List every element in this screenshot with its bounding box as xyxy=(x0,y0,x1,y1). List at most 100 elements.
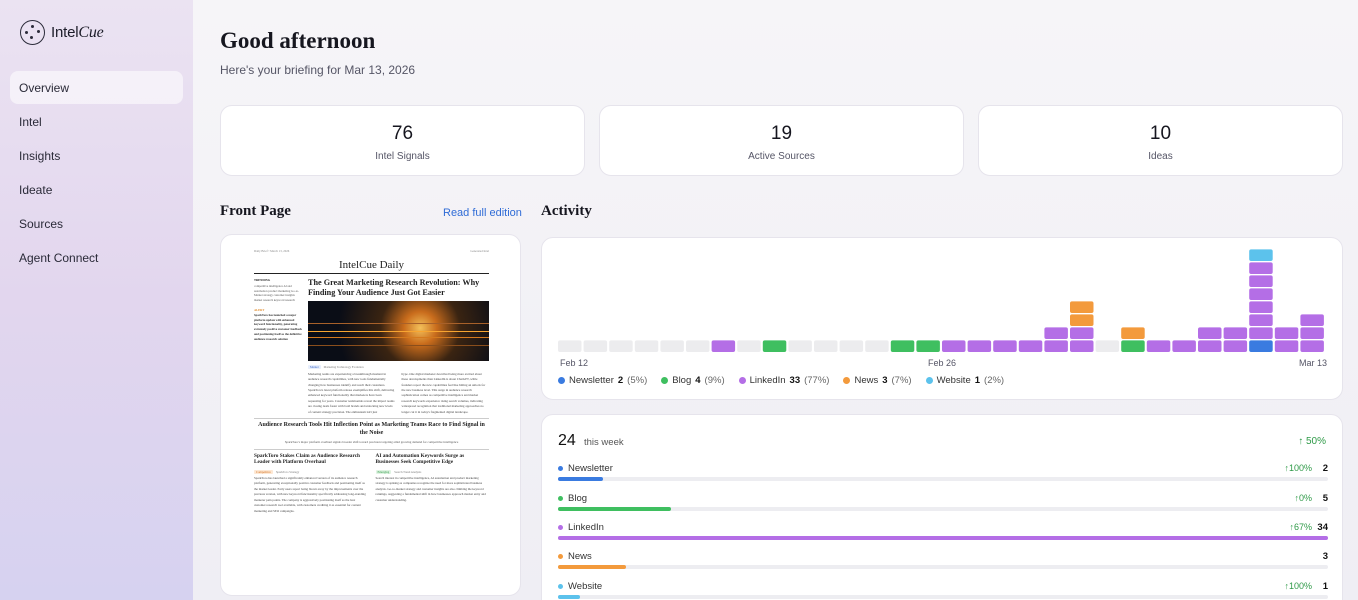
lead-image xyxy=(308,300,489,361)
read-full-edition-link[interactable]: Read full edition xyxy=(443,207,522,219)
activity-bar-mar-4[interactable] xyxy=(1070,301,1094,352)
sidebar-item-intel[interactable]: Intel xyxy=(10,105,183,138)
newspaper-page: Daily Brief • March 13, 2026 Generated I… xyxy=(254,249,489,514)
source-name: Blog xyxy=(558,493,587,504)
activity-bar-mar-10[interactable] xyxy=(1223,327,1248,352)
activity-cell-linkedin xyxy=(1198,327,1222,339)
brand-logo[interactable]: IntelCue xyxy=(20,20,104,45)
legend-name: Website xyxy=(936,375,971,386)
activity-bar-mar-11[interactable] xyxy=(1249,249,1273,352)
source-progress-fill xyxy=(558,507,672,511)
weekly-summary-card: 24 this week ↑ 50% Newsletter ↑100% 2 Blog ↑… xyxy=(541,414,1343,600)
activity-bar-mar-5[interactable] xyxy=(1095,340,1120,352)
activity-bar-feb-25[interactable] xyxy=(890,340,915,352)
activity-cell-news xyxy=(1070,314,1094,326)
activity-chart xyxy=(558,249,1324,352)
lead-tag: Market xyxy=(308,364,321,369)
activity-bar-mar-3[interactable] xyxy=(1044,327,1068,352)
activity-cell-linkedin xyxy=(711,340,736,352)
front-page-preview[interactable]: Daily Brief • March 13, 2026 Generated I… xyxy=(220,234,521,596)
sidebar-item-ideate[interactable]: Ideate xyxy=(10,173,183,206)
activity-cell-linkedin xyxy=(967,340,992,352)
sidebar-item-insights[interactable]: Insights xyxy=(10,139,183,172)
paper-lead-story: The Great Marketing Research Revolution:… xyxy=(308,278,489,415)
activity-bar-feb-12[interactable] xyxy=(558,340,582,352)
activity-bar-feb-19[interactable] xyxy=(737,340,761,352)
activity-bar-mar-13[interactable] xyxy=(1300,314,1324,352)
source-label: Blog xyxy=(568,493,588,504)
activity-bar-feb-22[interactable] xyxy=(814,340,838,352)
stat-card-ideas[interactable]: 10 Ideas xyxy=(978,105,1343,176)
website-dot-icon xyxy=(925,377,933,384)
activity-cell-linkedin xyxy=(1249,301,1273,313)
activity-bar-feb-15[interactable] xyxy=(634,340,659,352)
activity-cell-linkedin xyxy=(1249,275,1273,287)
activity-cell-blog xyxy=(916,340,940,352)
source-label: News xyxy=(568,551,592,562)
stat-card-active-sources[interactable]: 19 Active Sources xyxy=(599,105,964,176)
activity-card: Feb 12 Feb 26 Mar 13 Newsletter 2 (5%) Blo… xyxy=(541,237,1343,400)
bottom-right-tag-note: Search Trend Analysis xyxy=(394,470,422,474)
activity-bar-mar-7[interactable] xyxy=(1146,340,1171,352)
source-label: Website xyxy=(568,581,603,592)
source-change: ↑100% xyxy=(1284,581,1312,591)
sidebar-item-overview[interactable]: Overview xyxy=(10,71,183,104)
activity-bar-feb-21[interactable] xyxy=(788,340,812,352)
source-count: 2 xyxy=(1322,463,1328,474)
legend-pct: (77%) xyxy=(804,375,830,386)
activity-cell-news xyxy=(1070,301,1094,313)
newsletter-dot-icon xyxy=(558,466,563,471)
legend-count: 4 xyxy=(695,375,701,386)
activity-bar-feb-28[interactable] xyxy=(967,340,992,352)
activity-bar-feb-26[interactable] xyxy=(916,340,940,352)
brand-name: IntelCue xyxy=(51,23,104,41)
activity-cell-linkedin xyxy=(1223,327,1248,339)
arrow-up-icon: ↑ xyxy=(1298,436,1304,447)
week-change: ↑ 50% xyxy=(1298,436,1326,447)
sidebar-item-agent-connect[interactable]: Agent Connect xyxy=(10,241,183,274)
activity-bar-mar-1[interactable] xyxy=(993,340,1017,352)
activity-bar-mar-8[interactable] xyxy=(1172,340,1196,352)
legend-blog[interactable]: Blog 4 (9%) xyxy=(661,375,725,386)
sidebar-item-sources[interactable]: Sources xyxy=(10,207,183,240)
stat-card-intel-signals[interactable]: 76 Intel Signals xyxy=(220,105,585,176)
website-dot-icon xyxy=(558,584,563,589)
activity-bar-mar-12[interactable] xyxy=(1274,327,1299,352)
activity-bar-feb-27[interactable] xyxy=(942,340,966,352)
source-label: LinkedIn xyxy=(568,522,604,533)
bottom-left-tag: Competitive xyxy=(254,470,273,474)
legend-linkedin[interactable]: LinkedIn 33 (77%) xyxy=(738,375,830,386)
network-icon xyxy=(20,20,45,45)
date-label-start: Feb 12 xyxy=(560,358,589,368)
page-subtitle: Here's your briefing for Mar 13, 2026 xyxy=(220,63,416,77)
lead-headline: The Great Marketing Research Revolution:… xyxy=(308,278,480,297)
week-change-value: 50% xyxy=(1305,436,1326,447)
activity-bar-mar-6[interactable] xyxy=(1121,327,1145,352)
blog-dot-icon xyxy=(661,377,669,384)
stat-label: Active Sources xyxy=(748,151,815,162)
activity-bar-feb-14[interactable] xyxy=(609,340,633,352)
activity-bar-feb-16[interactable] xyxy=(660,340,684,352)
activity-legend: Newsletter 2 (5%) Blog 4 (9%) LinkedIn 33 (77%… xyxy=(558,375,1004,386)
source-count: 34 xyxy=(1317,522,1328,533)
activity-cell-linkedin xyxy=(1044,327,1068,339)
legend-news[interactable]: News 3 (7%) xyxy=(843,375,912,386)
source-progress-track xyxy=(558,565,1328,569)
activity-bar-feb-23[interactable] xyxy=(839,340,864,352)
activity-bar-mar-2[interactable] xyxy=(1018,340,1043,352)
activity-bar-mar-9[interactable] xyxy=(1198,327,1222,352)
activity-cell-empty xyxy=(583,340,608,352)
linkedin-dot-icon xyxy=(738,377,746,384)
activity-bar-feb-17[interactable] xyxy=(686,340,710,352)
activity-cell-linkedin xyxy=(1223,340,1248,352)
activity-bar-feb-13[interactable] xyxy=(583,340,608,352)
lead-column-1: Marketing teams are experiencing a break… xyxy=(308,371,395,414)
bottom-left-tag-note: SparkToro Strategy xyxy=(275,470,300,474)
main-content: Good afternoon Here's your briefing for … xyxy=(193,0,1358,600)
legend-website[interactable]: Website 1 (2%) xyxy=(925,375,1004,386)
activity-bar-feb-18[interactable] xyxy=(711,340,736,352)
activity-bar-feb-20[interactable] xyxy=(762,340,787,352)
legend-newsletter[interactable]: Newsletter 2 (5%) xyxy=(558,375,647,386)
bottom-right-story: AI and Automation Keywords Surge as Busi… xyxy=(375,453,490,514)
activity-bar-feb-24[interactable] xyxy=(865,340,889,352)
